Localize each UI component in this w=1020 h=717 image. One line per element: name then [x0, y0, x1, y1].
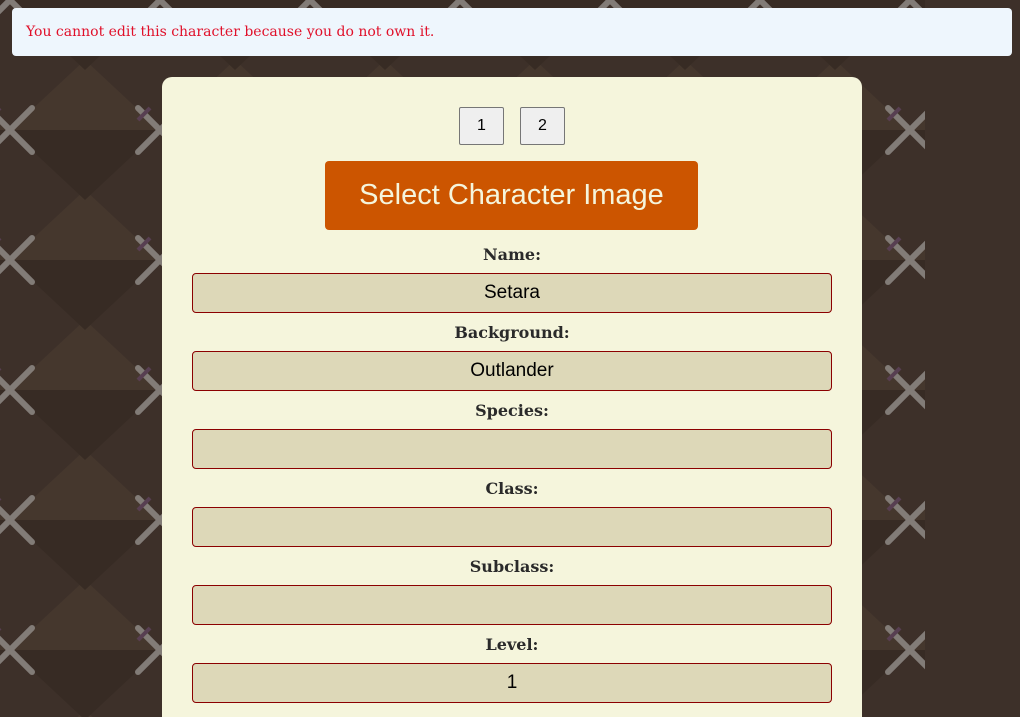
background-field[interactable] — [192, 351, 832, 391]
level-field[interactable] — [192, 663, 832, 703]
ownership-alert: You cannot edit this character because y… — [12, 8, 1012, 56]
subclass-field[interactable] — [192, 585, 832, 625]
class-label: Class: — [485, 479, 539, 498]
name-label: Name: — [482, 245, 541, 264]
alert-message: You cannot edit this character because y… — [26, 24, 435, 40]
species-field[interactable] — [192, 429, 832, 469]
page-2-button[interactable]: 2 — [520, 107, 565, 145]
background-label: Background: — [454, 323, 570, 342]
level-label: Level: — [485, 635, 539, 654]
pagination: 1 2 — [162, 107, 862, 145]
name-field[interactable] — [192, 273, 832, 313]
class-field[interactable] — [192, 507, 832, 547]
character-sheet-card: 1 2 Select Character Image Name: Backgro… — [162, 77, 862, 717]
subclass-label: Subclass: — [469, 557, 555, 576]
page-1-button[interactable]: 1 — [459, 107, 504, 145]
species-label: Species: — [475, 401, 549, 420]
select-character-image-button[interactable]: Select Character Image — [325, 161, 698, 230]
